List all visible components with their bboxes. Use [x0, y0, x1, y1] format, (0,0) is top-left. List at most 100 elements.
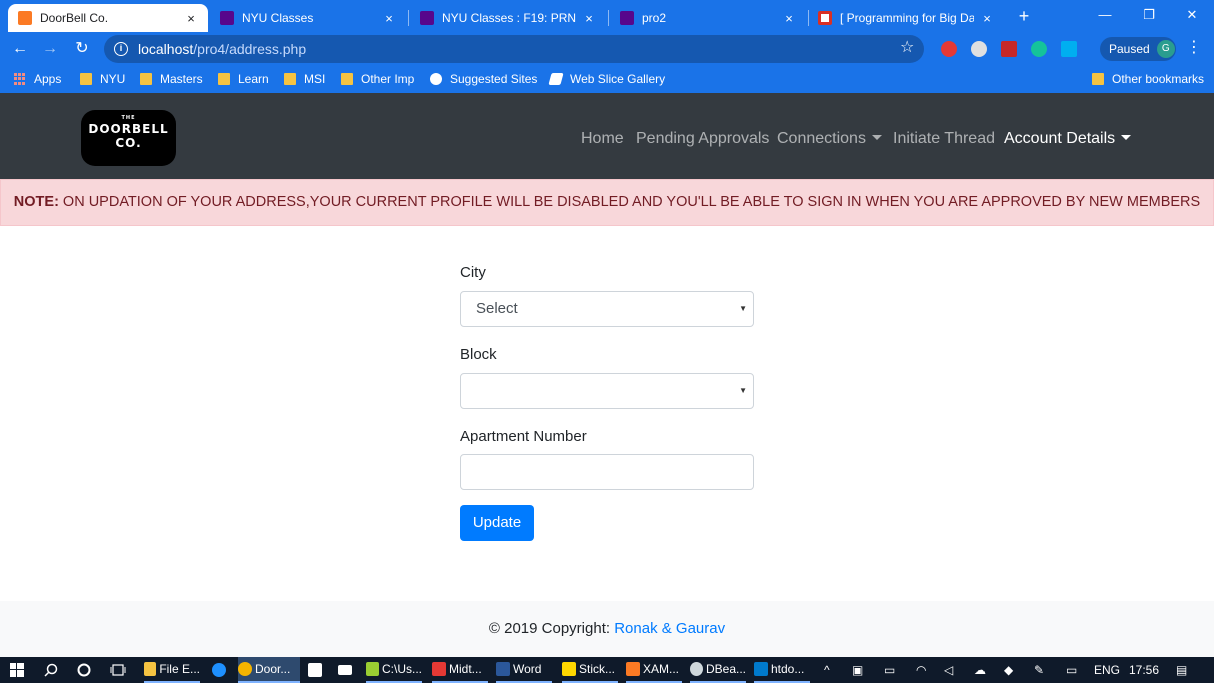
apartment-number-input[interactable] — [460, 454, 754, 490]
nav-home[interactable]: Home — [581, 130, 624, 148]
tray-keyboard-icon[interactable]: ▭ — [1066, 657, 1077, 683]
chrome-icon — [238, 662, 252, 676]
adblock-extension-icon[interactable] — [941, 41, 957, 57]
taskbar-label: Word — [513, 662, 542, 676]
tray-battery-icon[interactable]: ▭ — [884, 657, 895, 683]
taskbar-xampp[interactable]: XAM... — [626, 657, 682, 683]
tray-sync-icon[interactable]: ▣ — [852, 657, 868, 683]
search-button[interactable] — [44, 657, 58, 683]
xampp-favicon-icon — [18, 11, 32, 25]
logo-small-text: THE — [121, 115, 136, 121]
bookmark-label: Suggested Sites — [450, 72, 538, 86]
tab-nyu-classes-f19[interactable]: NYU Classes : F19: PRNCPLS × — [410, 4, 606, 32]
apartment-number-label: Apartment Number — [460, 428, 587, 445]
search-icon — [44, 663, 58, 677]
block-select[interactable]: ▼ — [460, 373, 754, 409]
address-bar[interactable]: i localhost/pro4/address.php — [104, 35, 924, 63]
taskbar-doorbell-chrome[interactable]: Door... — [238, 657, 300, 683]
cortana-button[interactable] — [77, 657, 91, 683]
close-tab-icon[interactable]: × — [782, 11, 796, 26]
taskbar-file-explorer[interactable]: File E... — [144, 657, 200, 683]
other-bookmarks[interactable]: Other bookmarks — [1092, 72, 1204, 86]
grammarly-extension-icon[interactable] — [1031, 41, 1047, 57]
caret-down-icon — [1121, 135, 1132, 140]
authors-link[interactable]: Ronak & Gaurav — [614, 620, 725, 637]
tray-onedrive-icon[interactable]: ☁ — [974, 657, 986, 683]
doorbell-logo[interactable]: THE DOORBELL CO. — [81, 110, 176, 166]
start-button[interactable] — [10, 657, 24, 683]
reload-button[interactable]: ↻ — [70, 37, 94, 61]
tray-chevron-up-icon[interactable]: ^ — [824, 657, 830, 683]
close-tab-icon[interactable]: × — [582, 11, 596, 26]
bookmark-star-icon[interactable]: ☆ — [900, 37, 914, 57]
nav-initiate-thread[interactable]: Initiate Thread — [893, 130, 995, 148]
tray-language[interactable]: ENG — [1094, 657, 1120, 683]
city-select[interactable]: Select ▼ — [460, 291, 754, 327]
folder-icon — [284, 73, 296, 85]
sticky-notes-icon — [562, 662, 576, 676]
taskbar-label: Stick... — [579, 662, 616, 676]
bookmark-msi[interactable]: MSI — [284, 72, 325, 86]
taskbar-store[interactable] — [308, 657, 325, 683]
record-extension-icon[interactable] — [971, 41, 987, 57]
taskbar-pdf[interactable]: Midt... — [432, 657, 488, 683]
apps-grid-icon — [14, 73, 26, 85]
taskbar-edge[interactable] — [212, 657, 229, 683]
notepad-icon — [366, 662, 379, 676]
restore-button[interactable]: ❐ — [1127, 2, 1171, 28]
tray-dropbox-icon[interactable]: ◆ — [1004, 657, 1013, 683]
notifications-icon[interactable]: ▤ — [1176, 657, 1187, 683]
bookmark-label: NYU — [100, 72, 126, 86]
tray-wifi-icon[interactable]: ◠ — [916, 657, 926, 683]
tab-big-data[interactable]: [ Programming for Big Data × — [808, 4, 1004, 32]
taskbar-mail[interactable] — [338, 657, 355, 683]
bookmark-nyu[interactable]: NYU — [80, 72, 125, 86]
new-tab-button[interactable]: + — [1013, 5, 1035, 27]
bookmark-web-slice-gallery[interactable]: Web Slice Gallery — [548, 72, 665, 86]
menu-kebab-icon[interactable]: ⋮ — [1186, 37, 1202, 57]
info-icon[interactable]: i — [114, 42, 128, 56]
nav-pending-approvals[interactable]: Pending Approvals — [636, 130, 769, 148]
taskbar-notepad[interactable]: C:\Us... — [366, 657, 422, 683]
close-tab-icon[interactable]: × — [184, 11, 198, 26]
tab-doorbell[interactable]: DoorBell Co. × — [8, 4, 208, 32]
tray-volume-icon[interactable]: ◁ — [944, 657, 953, 683]
forward-button[interactable]: → — [38, 37, 62, 61]
tab-separator — [608, 10, 609, 26]
close-tab-icon[interactable]: × — [382, 11, 396, 26]
city-label: City — [460, 264, 486, 281]
tab-nyu-classes[interactable]: NYU Classes × — [210, 4, 406, 32]
bookmark-other-imp[interactable]: Other Imp — [341, 72, 414, 86]
tab-pro2[interactable]: pro2 × — [610, 4, 806, 32]
folder-icon — [218, 73, 230, 85]
note-text: ON UPDATION OF YOUR ADDRESS,YOUR CURRENT… — [58, 194, 1201, 210]
taskbar-dbeaver[interactable]: DBea... — [690, 657, 746, 683]
bookmark-suggested-sites[interactable]: Suggested Sites — [430, 72, 537, 86]
pdf-extension-icon[interactable] — [1001, 41, 1017, 57]
web-slice-icon — [548, 73, 564, 85]
tray-clock[interactable]: 17:56 — [1129, 657, 1159, 683]
window-close-button[interactable]: ✕ — [1170, 2, 1214, 28]
browser-tab-strip: DoorBell Co. × NYU Classes × NYU Classes… — [0, 0, 1214, 32]
nav-account-details-dropdown[interactable]: Account Details — [1004, 130, 1132, 148]
update-button[interactable]: Update — [460, 505, 534, 541]
skype-extension-icon[interactable] — [1061, 41, 1077, 57]
taskbar-sticky-notes[interactable]: Stick... — [562, 657, 618, 683]
minimize-button[interactable]: — — [1083, 2, 1127, 28]
back-button[interactable]: ← — [8, 37, 32, 61]
taskbar-word[interactable]: Word — [496, 657, 552, 683]
avatar: G — [1156, 40, 1175, 58]
mail-icon — [338, 665, 352, 675]
nav-connections-dropdown[interactable]: Connections — [777, 130, 882, 148]
task-view-button[interactable] — [110, 657, 126, 683]
dbeaver-icon — [690, 662, 703, 676]
bookmark-apps[interactable]: Apps — [14, 72, 61, 86]
logo-line-2: CO. — [115, 136, 142, 150]
profile-paused-button[interactable]: Paused G — [1100, 37, 1176, 61]
bookmark-learn[interactable]: Learn — [218, 72, 269, 86]
tray-pen-icon[interactable]: ✎ — [1034, 657, 1044, 683]
bookmark-masters[interactable]: Masters — [140, 72, 203, 86]
close-tab-icon[interactable]: × — [980, 11, 994, 26]
taskbar-vscode[interactable]: htdo... — [754, 657, 810, 683]
edge-icon — [212, 663, 226, 677]
